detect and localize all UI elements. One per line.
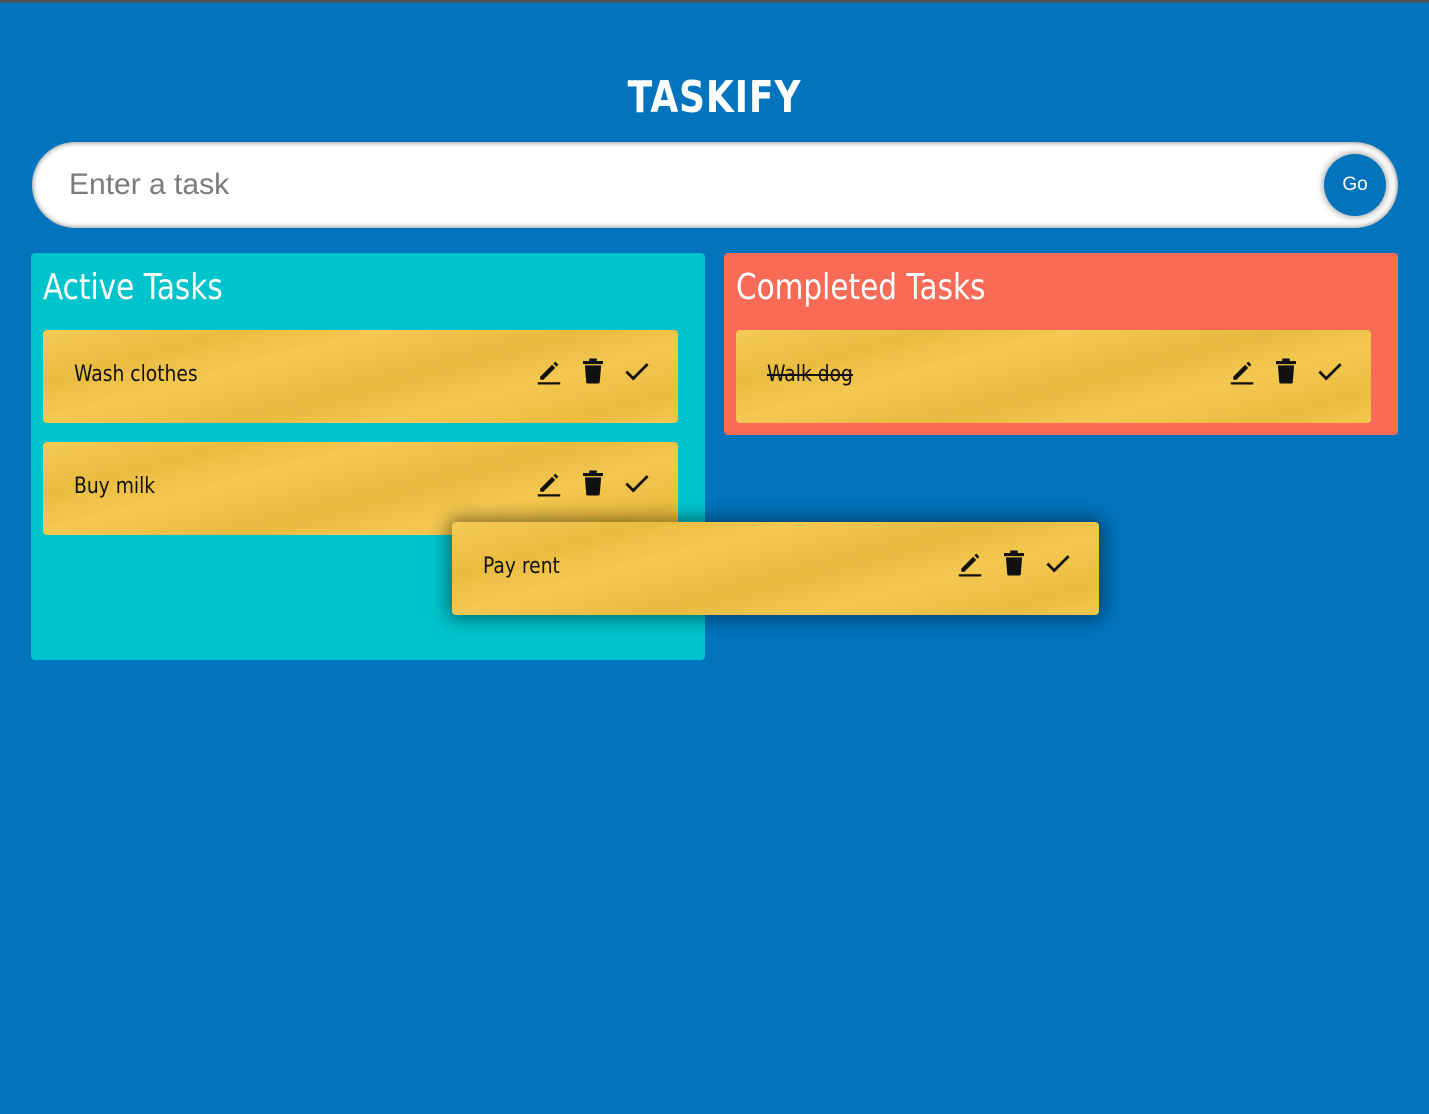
completed-tasks-heading: Completed Tasks xyxy=(736,267,986,308)
check-icon[interactable] xyxy=(1315,356,1345,386)
task-text: Walk dog xyxy=(767,362,853,387)
active-tasks-heading: Active Tasks xyxy=(43,267,223,308)
pencil-icon[interactable] xyxy=(534,468,564,498)
trash-icon[interactable] xyxy=(1271,356,1301,386)
task-input-form: Go xyxy=(32,142,1398,228)
check-icon[interactable] xyxy=(1043,548,1073,578)
completed-tasks-panel: Completed Tasks Walk dog xyxy=(724,253,1398,435)
trash-icon[interactable] xyxy=(999,548,1029,578)
app-title: TASKIFY xyxy=(627,72,802,124)
task-input[interactable] xyxy=(38,148,1308,222)
go-button[interactable]: Go xyxy=(1324,154,1386,216)
task-text: Pay rent xyxy=(483,554,560,579)
dragging-task-card[interactable]: Pay rent xyxy=(452,522,1099,615)
task-card[interactable]: Walk dog xyxy=(736,330,1371,423)
check-icon[interactable] xyxy=(622,468,652,498)
pencil-icon[interactable] xyxy=(534,356,564,386)
task-card[interactable]: Wash clothes xyxy=(43,330,678,423)
check-icon[interactable] xyxy=(622,356,652,386)
task-text: Buy milk xyxy=(74,474,156,499)
trash-icon[interactable] xyxy=(578,356,608,386)
pencil-icon[interactable] xyxy=(955,548,985,578)
task-text: Wash clothes xyxy=(74,362,198,387)
trash-icon[interactable] xyxy=(578,468,608,498)
pencil-icon[interactable] xyxy=(1227,356,1257,386)
